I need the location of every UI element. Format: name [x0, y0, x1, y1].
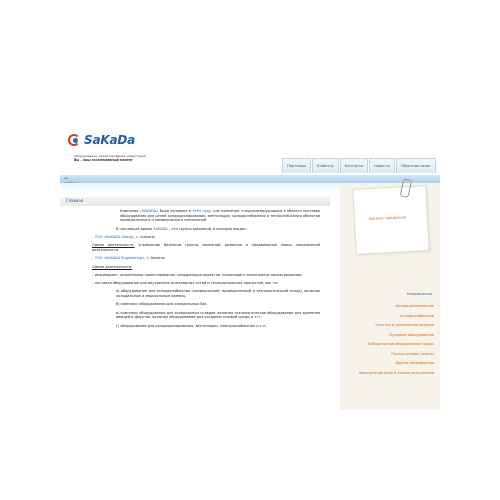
sidebar: Каталог продукции Направления Кондициони… — [340, 178, 440, 410]
org2-link[interactable]: – ТОО «SAKADA Engineering» — [92, 256, 144, 260]
catalog-item[interactable]: Пусковое оборудование — [344, 333, 434, 337]
nav-partners[interactable]: Партнеры — [282, 158, 311, 173]
item-c: в) комплекс оборудования для холодильных… — [116, 310, 320, 320]
org2-item2: – поставка оборудования для внутренних и… — [92, 281, 278, 286]
tagline-line2: Вы – ваш эксклюзивный клиент — [74, 158, 133, 162]
home-link[interactable]: на главную — [64, 176, 82, 185]
nav-news[interactable]: Новости — [369, 158, 395, 173]
group-intro: В настоящее время SAKADA – это группа ко… — [116, 226, 248, 231]
catalog-item[interactable]: Французские вина в тонком исполнении — [344, 371, 434, 375]
page-title: Главная — [66, 198, 84, 203]
catalog-item[interactable]: Очистка и увлажнение воздуха — [344, 323, 434, 327]
logo-text: SaKaDa — [84, 133, 135, 147]
org2-heading: – ТОО «SAKADA Engineering», г. Алматы — [92, 256, 165, 261]
site-header: SaKaDa Оборудование, проектирование, инв… — [60, 120, 440, 178]
org1-heading: – ТОО «SAKADA Group», г. Алматы — [92, 235, 155, 239]
site-logo[interactable]: SaKaDa — [68, 130, 135, 150]
item-b: б) комплекс оборудования для холодильных… — [116, 302, 208, 307]
page-title-bar: Главная — [60, 197, 330, 206]
catalog-item[interactable]: Кондиционирование — [344, 304, 434, 308]
article-body: Компания «SAKADA» была основана в 1994 г… — [92, 209, 320, 332]
logo-icon — [68, 133, 82, 147]
catalog-note-title: Каталог продукции — [368, 215, 407, 222]
nav-contacts[interactable]: Контакты — [339, 158, 369, 173]
nav-clients[interactable]: Клиенты — [311, 158, 339, 173]
site-tagline: Оборудование, проектирование, инвестиции… — [74, 154, 164, 162]
catalog-item[interactable]: Холодоснабжение — [344, 314, 434, 318]
org1-scope: Сфера деятельности: управление бизнесом … — [92, 243, 320, 252]
intro-paragraph: Компания «SAKADA» была основана в 1994 г… — [120, 209, 320, 223]
top-nav: Партнеры Клиенты Контакты Новости Обратн… — [282, 158, 437, 173]
catalog-note[interactable]: Каталог продукции — [352, 178, 430, 255]
catalog-item[interactable]: Плиточ-штафы (плита) — [344, 352, 434, 356]
nav-feedback[interactable]: Обратная связь — [395, 158, 436, 173]
org2-item1: – инжиниринг, инженерное проектирование,… — [92, 272, 303, 277]
catalog-list: Кондиционирование Холодоснабжение Очистк… — [344, 304, 434, 380]
item-d: г) оборудование для кондиционирования, в… — [116, 323, 268, 328]
item-a: а) оборудование для холодоснабжения (ком… — [116, 289, 320, 299]
page-container: SaKaDa Оборудование, проектирование, инв… — [60, 120, 440, 410]
header-band: на главную — [60, 175, 440, 185]
catalog-item[interactable]: Лабораторное оборудование среды — [344, 342, 434, 346]
org1-link[interactable]: – ТОО «SAKADA Group» — [92, 235, 134, 239]
catalog-heading: Направления — [406, 292, 432, 296]
main-content: Главная Компания «SAKADA» была основана … — [60, 197, 330, 410]
catalog-item[interactable]: Другие направления — [344, 361, 434, 365]
org2-scope-label: Сфера деятельности: — [92, 264, 133, 269]
